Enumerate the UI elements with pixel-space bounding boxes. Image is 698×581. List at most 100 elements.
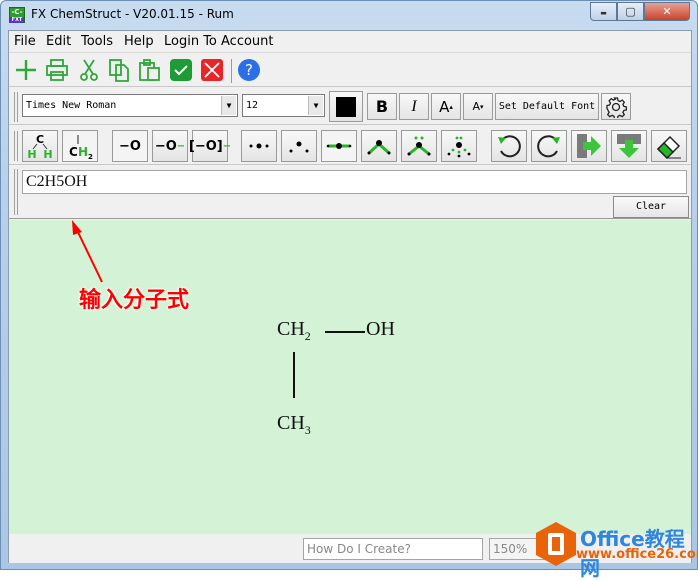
rotate-left-icon (498, 135, 521, 158)
menu-edit[interactable]: Edit (46, 34, 71, 49)
ch2-branch-button[interactable]: CHH (22, 130, 58, 162)
linear-bond-button[interactable] (321, 130, 357, 162)
print-button[interactable] (44, 57, 70, 83)
toolbar-separator (231, 59, 232, 83)
linear-dots-icon (249, 143, 269, 149)
chem-group-oh[interactable]: OH (366, 318, 395, 341)
set-default-font-button[interactable]: Set Default Font (495, 93, 599, 120)
svg-text:2: 2 (88, 153, 93, 160)
client-area: File Edit Tools Help Login To Account ? … (8, 30, 698, 580)
minimize-icon: ▬ (600, 9, 607, 17)
eraser-button[interactable] (651, 130, 687, 162)
cut-button[interactable] (76, 57, 102, 83)
settings-button[interactable] (601, 93, 631, 120)
watermark-url: www.office26.com (576, 547, 698, 562)
rotate-left-button[interactable] (491, 130, 527, 162)
accept-button[interactable] (168, 57, 194, 83)
print-icon (46, 59, 68, 81)
italic-button[interactable]: I (399, 93, 429, 120)
font-family-value: Times New Roman (26, 100, 117, 111)
ch2-group-button[interactable]: CH2 (62, 130, 98, 162)
linear-dots-button[interactable] (241, 130, 277, 162)
arrow-right-button[interactable] (571, 130, 607, 162)
font-toolbar: Times New Roman ▼ 12 ▼ B I A ▴ A ▾ Set Def… (9, 89, 691, 125)
menu-bar: File Edit Tools Help Login To Account (9, 31, 691, 53)
formula-input[interactable]: C2H5OH (22, 170, 687, 194)
pyramidal-button[interactable] (441, 130, 477, 162)
bond-ch2-ch3[interactable] (293, 352, 295, 398)
minimize-button[interactable]: ▬ (590, 2, 617, 21)
chem-group-ch2[interactable]: CH2 (277, 318, 311, 344)
oxygen-bracket-anion-button[interactable]: [−O] − (189, 130, 231, 162)
rotate-right-button[interactable] (531, 130, 567, 162)
bent-bond-icon (367, 140, 391, 155)
oxygen-anion-button[interactable]: −O − (152, 130, 188, 162)
paste-icon (139, 59, 160, 81)
watermark: Office教程网 www.office26.com (534, 521, 698, 580)
annotation-text: 输入分子式 (79, 288, 190, 313)
oxygen-single-button[interactable]: −O (112, 130, 148, 162)
chevron-down-icon[interactable]: ▼ (308, 96, 323, 115)
help-button[interactable]: ? (236, 57, 262, 83)
cut-icon (80, 59, 98, 81)
arrow-down-icon (617, 134, 641, 158)
font-family-select[interactable]: Times New Roman ▼ (22, 94, 238, 117)
color-picker-button[interactable] (329, 91, 363, 122)
help-search-input[interactable]: How Do I Create? (303, 538, 483, 560)
copy-button[interactable] (106, 57, 132, 83)
new-button[interactable] (13, 57, 39, 83)
toolbar-grip[interactable] (14, 92, 18, 122)
chevron-down-icon[interactable]: ▼ (221, 96, 236, 115)
panel-grip[interactable] (14, 169, 18, 215)
window-title: FX ChemStruct - V20.01.15 - Rum (31, 7, 234, 21)
accept-icon (170, 59, 192, 81)
font-size-value: 12 (246, 100, 259, 111)
menu-tools[interactable]: Tools (81, 34, 113, 49)
pyramidal-icon (447, 136, 471, 158)
bond-ch2-oh[interactable] (325, 331, 365, 333)
svg-text:?: ? (245, 61, 253, 79)
main-toolbar: ? (9, 53, 691, 87)
svg-text:C: C (69, 145, 78, 159)
new-icon (16, 60, 36, 80)
decrease-font-button[interactable]: A ▾ (463, 93, 493, 120)
annotation-arrow (72, 220, 103, 283)
close-icon: ✕ (662, 5, 672, 18)
clear-button[interactable]: Clear (613, 196, 689, 218)
eraser-icon (656, 135, 681, 160)
title-bar[interactable]: -C- FXT FX ChemStruct - V20.01.15 - Rum ▬… (1, 1, 697, 29)
svg-text:H: H (27, 148, 36, 160)
trigonal-dots-button[interactable] (281, 130, 317, 162)
arrow-right-icon (577, 134, 601, 158)
svg-text:H: H (78, 145, 88, 159)
toolbar-grip[interactable] (14, 131, 18, 161)
cancel-button[interactable] (199, 57, 225, 83)
menu-file[interactable]: File (14, 34, 36, 49)
copy-icon (109, 59, 129, 82)
bold-button[interactable]: B (367, 93, 397, 120)
formula-panel: C2H5OH Clear (9, 167, 691, 219)
menu-login[interactable]: Login To Account (164, 34, 274, 49)
arrow-down-button[interactable] (611, 130, 647, 162)
font-size-select[interactable]: 12 ▼ (242, 94, 325, 117)
trigonal-dots-icon (289, 141, 309, 153)
linear-bond-icon (326, 143, 352, 149)
bent-bond-button[interactable] (361, 130, 397, 162)
svg-text:H: H (43, 148, 52, 160)
app-logo-icon: -C- FXT (9, 7, 25, 23)
maximize-icon: ▢ (625, 5, 636, 18)
svg-text:C: C (36, 133, 44, 146)
app-window: -C- FXT FX ChemStruct - V20.01.15 - Rum ▬… (0, 0, 698, 580)
increase-font-button[interactable]: A ▴ (431, 93, 461, 120)
drawing-canvas[interactable]: 输入分子式 CH2 OH CH3 (9, 220, 691, 534)
maximize-button[interactable]: ▢ (617, 2, 644, 21)
paste-button[interactable] (137, 57, 163, 83)
help-icon: ? (238, 59, 260, 81)
chem-toolbar: CHH CH2 −O −O − [−O] − (9, 127, 691, 165)
bent-lone-pair-button[interactable] (401, 130, 437, 162)
ch2-icon: CH2 (69, 135, 93, 160)
menu-help[interactable]: Help (124, 34, 154, 49)
chem-group-ch3[interactable]: CH3 (277, 412, 311, 438)
bent-lone-pair-icon (407, 136, 431, 156)
close-button[interactable]: ✕ (644, 2, 690, 21)
